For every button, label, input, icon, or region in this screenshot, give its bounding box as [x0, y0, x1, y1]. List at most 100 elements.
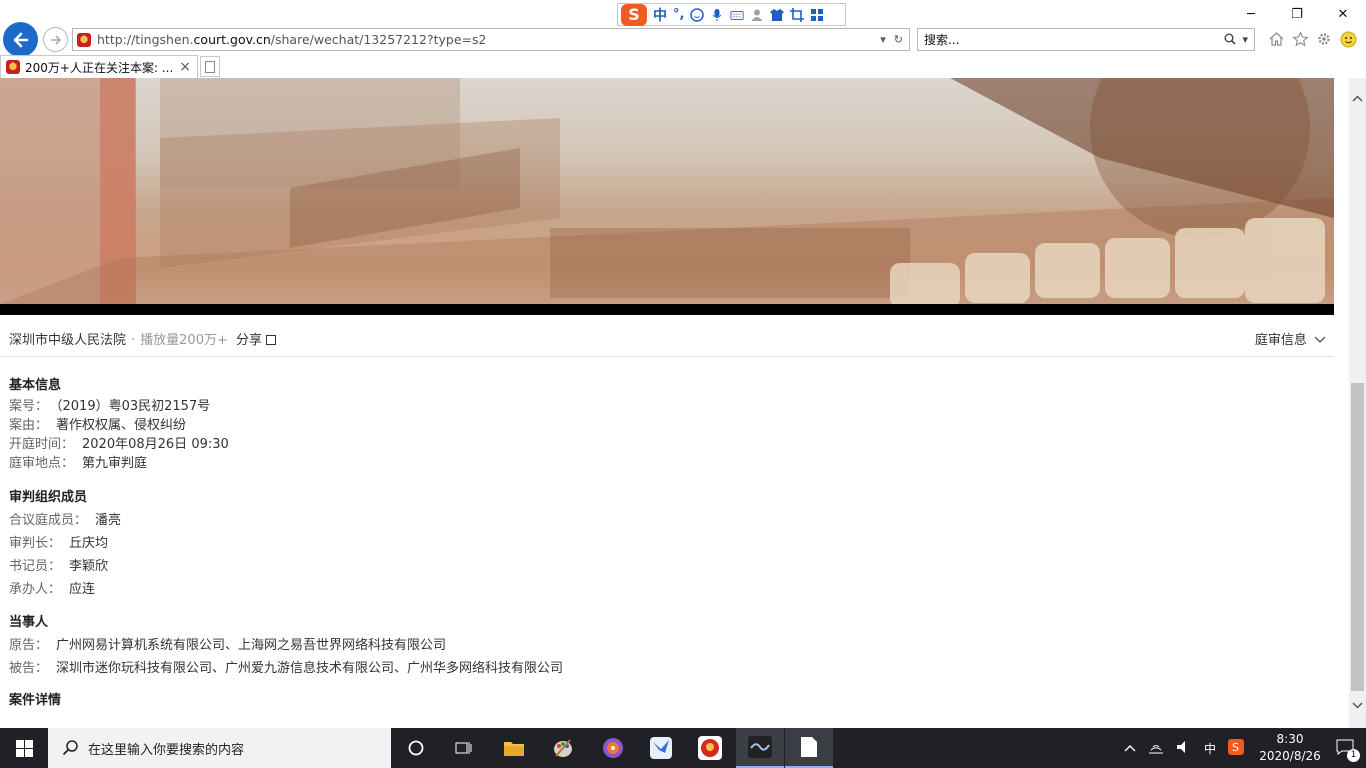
tray-ime-indicator[interactable]: 中: [1204, 740, 1216, 757]
court-emblem-icon: [698, 736, 722, 760]
meta-separator: ·: [131, 333, 136, 348]
cortana-circle-icon: [408, 740, 424, 756]
video-progress-bar[interactable]: [0, 304, 1334, 315]
crop-icon[interactable]: [790, 7, 805, 22]
court-line: 深圳市中级人民法院 · 播放量200万+ 分享: [9, 329, 277, 348]
task-view-button[interactable]: [440, 728, 488, 768]
courtroom-illustration: [0, 78, 1334, 304]
new-tab-icon: [205, 60, 215, 73]
share-link[interactable]: 分享: [236, 333, 262, 348]
speaker-icon[interactable]: [1176, 740, 1192, 757]
video-banner-image[interactable]: [0, 78, 1334, 304]
scroll-down-icon[interactable]: [1349, 697, 1366, 714]
forward-button[interactable]: [43, 27, 68, 52]
ime-punct-toggle[interactable]: °,: [673, 7, 684, 22]
favorites-star-icon[interactable]: [1290, 28, 1310, 50]
media-player-app[interactable]: [589, 728, 637, 768]
basic-info-section: 基本信息 案号： （2019）粤03民初2157号 案由： 著作权权属、侵权纠纷 开…: [9, 374, 229, 473]
browser-chrome: http://tingshen. court.gov.cn/share/wecha…: [0, 0, 1366, 78]
taskbar-search[interactable]: 在这里输入你要搜索的内容: [48, 728, 391, 768]
parties-heading: 当事人: [9, 615, 49, 630]
court-app[interactable]: [686, 728, 734, 768]
media-disc-icon: [603, 738, 623, 758]
trial-info-label: 庭审信息: [1254, 333, 1307, 348]
ime-mode-toggle[interactable]: 中: [653, 5, 667, 25]
panel-heading: 审判组织成员: [9, 490, 88, 505]
folder-icon: [504, 742, 524, 756]
case-cause-row: 案由： 著作权权属、侵权纠纷: [9, 418, 187, 433]
presiding-judge-row: 审判长： 丘庆均: [9, 536, 109, 551]
notification-center[interactable]: 1: [1336, 739, 1360, 762]
back-arrow-icon: [13, 32, 28, 47]
keyboard-icon[interactable]: [730, 8, 745, 22]
court-name[interactable]: 深圳市中级人民法院: [9, 333, 126, 348]
video-app[interactable]: [736, 728, 784, 768]
trial-info-toggle[interactable]: 庭审信息: [1255, 329, 1326, 348]
back-button[interactable]: [3, 22, 38, 57]
search-box[interactable]: 搜索... ▾: [917, 28, 1255, 51]
defendant-row: 被告： 深圳市迷你玩科技有限公司、广州爱九游信息技术有限公司、广州华多网络科技有限…: [9, 661, 564, 676]
voice-mic-icon[interactable]: [710, 8, 724, 22]
paint-palette-icon: [554, 739, 572, 757]
forward-arrow-icon: [50, 34, 61, 45]
panel-member-row: 合议庭成员： 潘亮: [9, 513, 122, 528]
windows-logo-icon: [15, 739, 33, 757]
tab-close-icon[interactable]: ×: [179, 59, 197, 75]
sogou-logo-icon[interactable]: S: [621, 3, 647, 26]
browser-tab[interactable]: 200万+人正在关注本案: ... ×: [0, 55, 198, 78]
tab-favicon-icon: [6, 60, 20, 74]
case-details-section: 案件详情: [9, 689, 61, 712]
cortana-button[interactable]: [392, 728, 440, 768]
smiley-feedback-icon[interactable]: [1338, 28, 1358, 50]
ime-toolbar: S 中 °,: [617, 3, 846, 26]
url-path: /share/wechat/13257212?type=s2: [270, 32, 487, 47]
file-explorer-app[interactable]: [490, 728, 538, 768]
refresh-icon[interactable]: ↻: [894, 33, 903, 46]
restore-button[interactable]: ❐: [1274, 0, 1320, 28]
panel-section: 审判组织成员 合议庭成员： 潘亮 审判长： 丘庆均 书记员： 李颖欣 承办人： 应连: [9, 486, 121, 601]
case-details-heading: 案件详情: [9, 693, 62, 708]
search-dropdown-icon[interactable]: ▾: [1242, 33, 1248, 46]
settings-gear-icon[interactable]: [1314, 28, 1334, 50]
search-placeholder: 搜索...: [924, 33, 960, 47]
notification-count: 1: [1347, 748, 1360, 762]
share-external-icon[interactable]: [266, 335, 277, 345]
case-number-row: 案号： （2019）粤03民初2157号: [9, 399, 211, 414]
chevron-down-icon: [1314, 336, 1326, 343]
dropdown-icon[interactable]: ▾: [880, 33, 886, 46]
user-icon[interactable]: [750, 8, 764, 22]
hearing-time-row: 开庭时间： 2020年08月26日 09:30: [9, 437, 229, 452]
video-app-icon: [748, 736, 772, 758]
clock-time: 8:30: [1276, 732, 1304, 746]
new-tab-button[interactable]: [200, 56, 220, 77]
start-button[interactable]: [0, 728, 48, 768]
sogou-tray-icon[interactable]: S: [1228, 738, 1244, 758]
emoji-icon[interactable]: [690, 7, 705, 22]
paint-app[interactable]: [539, 728, 587, 768]
scroll-thumb[interactable]: [1351, 383, 1364, 691]
taskbar-search-icon: [62, 740, 78, 756]
clock[interactable]: 8:30 2020/8/26: [1250, 731, 1330, 765]
basic-info-heading: 基本信息: [9, 378, 62, 393]
site-favicon-icon: [77, 32, 91, 47]
skin-shirt-icon[interactable]: [770, 8, 785, 22]
url-prefix: http://tingshen.: [97, 32, 194, 47]
grid-menu-icon[interactable]: [810, 8, 824, 22]
system-tray: 中 S 8:30 2020/8/26 1: [1118, 728, 1366, 768]
search-icon[interactable]: [1224, 33, 1237, 45]
address-bar[interactable]: http://tingshen. court.gov.cn/share/wecha…: [72, 28, 910, 51]
minimize-button[interactable]: ─: [1228, 0, 1274, 28]
feishu-app[interactable]: [637, 728, 685, 768]
scroll-up-icon[interactable]: [1349, 90, 1366, 107]
clerk-row: 书记员： 李颖欣: [9, 559, 109, 574]
notepad-app[interactable]: [785, 728, 833, 768]
task-view-icon: [455, 742, 472, 754]
close-window-button[interactable]: ✕: [1320, 0, 1366, 28]
hearing-place-row: 庭审地点： 第九审判庭: [9, 456, 148, 471]
play-count: 播放量200万+: [140, 333, 228, 348]
network-icon[interactable]: [1148, 740, 1164, 757]
vertical-scrollbar[interactable]: [1349, 78, 1366, 728]
tray-expand-icon[interactable]: [1124, 741, 1136, 755]
home-icon[interactable]: [1266, 28, 1286, 50]
taskbar-search-placeholder: 在这里输入你要搜索的内容: [88, 742, 245, 758]
